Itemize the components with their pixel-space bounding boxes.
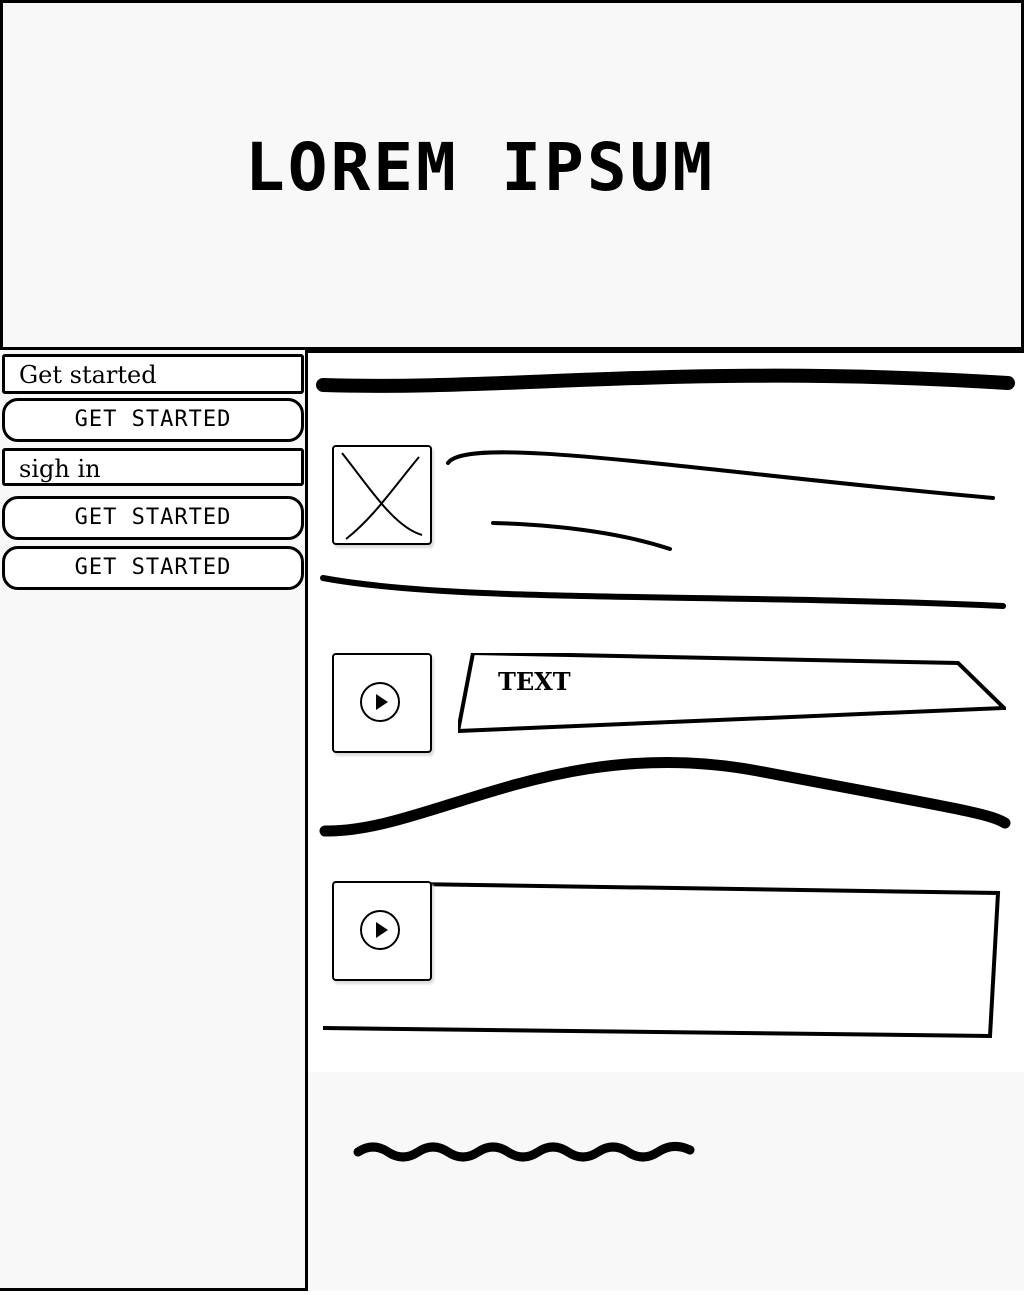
- sidebar-item-sign-in[interactable]: sigh in: [2, 448, 304, 486]
- image-placeholder-icon: [341, 452, 423, 540]
- divider-line: [316, 368, 1015, 393]
- text-input[interactable]: TEXT: [458, 653, 1006, 733]
- image-placeholder: [332, 445, 432, 545]
- header: LOREM IPSUM: [0, 0, 1024, 350]
- text-line: [446, 450, 995, 500]
- get-started-button[interactable]: GET STARTED: [2, 398, 304, 442]
- divider-line: [319, 757, 1011, 837]
- footer: [308, 1072, 1024, 1291]
- play-icon[interactable]: [360, 682, 400, 722]
- play-icon[interactable]: [360, 910, 400, 950]
- logo: LOREM IPSUM: [245, 129, 716, 206]
- text-input-value: TEXT: [498, 667, 571, 696]
- sidebar: Get started GET STARTED sigh in GET STAR…: [0, 350, 308, 1291]
- video-thumbnail[interactable]: [332, 881, 432, 981]
- sidebar-item-get-started[interactable]: Get started: [2, 354, 304, 394]
- get-started-button[interactable]: GET STARTED: [2, 546, 304, 590]
- footer-text-line: [353, 1142, 695, 1162]
- text-line: [491, 521, 672, 551]
- divider-line: [320, 575, 1006, 609]
- footer-sketch: [353, 1142, 695, 1162]
- video-thumbnail[interactable]: [332, 653, 432, 753]
- get-started-button[interactable]: GET STARTED: [2, 496, 304, 540]
